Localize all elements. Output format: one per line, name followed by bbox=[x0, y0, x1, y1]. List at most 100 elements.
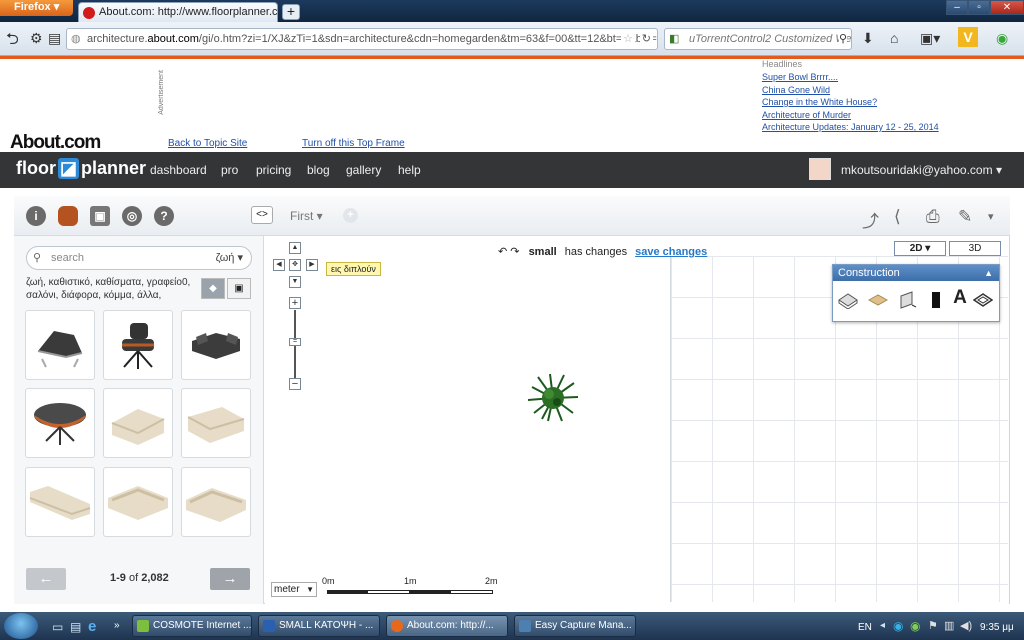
switch-windows-icon[interactable]: ▤ bbox=[70, 620, 81, 634]
floorplanner-logo[interactable]: floor ◪ planner bbox=[16, 158, 146, 179]
quick-launch-more-icon[interactable]: » bbox=[114, 620, 120, 631]
info-icon[interactable]: i bbox=[26, 206, 46, 226]
category-list[interactable]: ζωή, καθιστικό, καθίσματα, γραφείο0, σαλ… bbox=[26, 276, 201, 302]
tray-app-icon[interactable]: ◉ bbox=[893, 619, 903, 633]
library-item-corner-sofa[interactable] bbox=[103, 467, 173, 537]
pan-down-button[interactable]: ▼ bbox=[289, 276, 301, 288]
zoom-slider-handle[interactable]: = bbox=[289, 338, 301, 346]
avatar[interactable] bbox=[809, 158, 831, 180]
library-item-eames-lounge-chair[interactable] bbox=[103, 310, 173, 380]
close-window-button[interactable]: ✕ bbox=[990, 0, 1024, 15]
room-tool-icon[interactable] bbox=[838, 291, 858, 309]
construction-header[interactable]: Construction ▲ bbox=[833, 265, 999, 281]
library-item-lounge-chair[interactable] bbox=[25, 310, 95, 380]
pan-up-button[interactable]: ▲ bbox=[289, 242, 301, 254]
library-item-daybed[interactable] bbox=[181, 310, 251, 380]
nav-dashboard[interactable]: dashboard bbox=[150, 163, 207, 177]
pan-right-button[interactable]: ▶ bbox=[306, 259, 318, 271]
surface-tool-icon[interactable] bbox=[868, 291, 888, 309]
zoom-in-button[interactable]: + bbox=[289, 297, 301, 309]
start-button[interactable] bbox=[4, 613, 38, 639]
new-tab-button[interactable]: + bbox=[282, 4, 300, 20]
tray-utorrent-icon[interactable]: ◉ bbox=[910, 619, 920, 633]
task-word[interactable]: SMALL ΚΑΤΟΨΗ - ... bbox=[258, 615, 380, 637]
globe-icon[interactable]: ◎ bbox=[122, 206, 142, 226]
potted-plant[interactable] bbox=[526, 373, 580, 423]
pan-left-button[interactable]: ◀ bbox=[273, 259, 285, 271]
library-item-loveseat[interactable] bbox=[181, 388, 251, 458]
export-icon[interactable]: ⤴ bbox=[862, 207, 879, 232]
category-select[interactable]: ζωή ▾ bbox=[216, 247, 243, 269]
headline-link[interactable]: China Gone Wild bbox=[762, 84, 1012, 97]
reload-icon[interactable]: ↻ bbox=[639, 29, 653, 49]
back-arrow-icon[interactable]: ⮌ bbox=[6, 28, 19, 55]
redo-icon[interactable]: ↷ bbox=[510, 246, 519, 258]
browser-tab[interactable]: About.com: http://www.floorplanner.co... bbox=[78, 2, 278, 22]
floor-name[interactable]: First ▾ bbox=[290, 209, 323, 223]
star-icon[interactable]: ☆ bbox=[621, 29, 635, 49]
turn-off-frame-link[interactable]: Turn off this Top Frame bbox=[302, 138, 405, 149]
library-item-armchair[interactable] bbox=[103, 388, 173, 458]
floor-switch-button[interactable]: <> bbox=[251, 206, 273, 224]
share-icon[interactable]: ⟨ bbox=[894, 207, 901, 227]
minimize-button[interactable]: – bbox=[946, 0, 968, 15]
view-3d-toggle[interactable]: ◆ bbox=[201, 278, 225, 299]
unit-select[interactable]: meter ▼ bbox=[271, 582, 317, 597]
headline-link[interactable]: Architecture Updates: January 12 - 25, 2… bbox=[762, 121, 1012, 134]
show-desktop-icon[interactable]: ▭ bbox=[52, 620, 63, 634]
prev-page-button[interactable]: ← bbox=[26, 568, 66, 590]
tools-icon[interactable]: ⚙ bbox=[30, 30, 43, 47]
internet-explorer-icon[interactable]: e bbox=[88, 618, 96, 635]
nav-pro[interactable]: pro bbox=[221, 163, 238, 177]
headline-link[interactable]: Architecture of Murder bbox=[762, 109, 1012, 122]
library-item-sectional-sofa[interactable] bbox=[181, 467, 251, 537]
home-icon[interactable]: ⌂ bbox=[890, 30, 898, 46]
task-easy-capture[interactable]: Easy Capture Mana... bbox=[514, 615, 636, 637]
about-logo[interactable]: About.com bbox=[10, 132, 101, 154]
tv-icon[interactable]: V bbox=[958, 27, 978, 47]
web-search-input[interactable]: ◧ uTorrentControl2 Customized Web ⚲ bbox=[664, 28, 852, 50]
page-icon[interactable]: ▤ bbox=[48, 30, 61, 47]
tray-flag-icon[interactable]: ⚑ bbox=[928, 619, 938, 632]
volume-icon[interactable]: ◀) bbox=[960, 619, 972, 632]
print-icon[interactable]: ⎙ bbox=[926, 207, 940, 227]
add-floor-button[interactable]: + bbox=[343, 208, 358, 223]
back-to-topic-link[interactable]: Back to Topic Site bbox=[168, 138, 247, 149]
view-3d-button[interactable]: 3D bbox=[949, 241, 1001, 256]
library-item-ottoman[interactable] bbox=[25, 388, 95, 458]
library-item-long-sofa[interactable] bbox=[25, 467, 95, 537]
nav-pricing[interactable]: pricing bbox=[256, 163, 291, 177]
task-cosmote[interactable]: COSMOTE Internet ... bbox=[132, 615, 252, 637]
furniture-icon[interactable] bbox=[58, 206, 78, 226]
nav-blog[interactable]: blog bbox=[307, 163, 330, 177]
search-icon[interactable]: ⚲ bbox=[838, 29, 847, 49]
firefox-menu-button[interactable]: Firefox ▾ bbox=[0, 0, 73, 16]
chevron-down-icon[interactable]: ▾ bbox=[988, 210, 994, 223]
task-firefox[interactable]: About.com: http://... bbox=[386, 615, 508, 637]
pan-center-button[interactable]: ✥ bbox=[289, 259, 301, 271]
maximize-button[interactable]: ▫ bbox=[968, 0, 990, 15]
photo-icon[interactable]: ▣ bbox=[90, 206, 110, 226]
settings-icon[interactable]: ✎ bbox=[958, 207, 972, 227]
view-2d-toggle[interactable]: ▣ bbox=[227, 278, 251, 299]
zoom-out-button[interactable]: − bbox=[289, 378, 301, 390]
text-tool-icon[interactable]: A bbox=[950, 287, 970, 308]
library-search-input[interactable]: ⚲ search ζωή ▾ bbox=[26, 246, 252, 270]
user-menu[interactable]: mkoutsouridaki@yahoo.com ▾ bbox=[841, 163, 1002, 177]
url-input[interactable]: ◍ architecture.about.com/gi/o.htm?zi=1/X… bbox=[66, 28, 658, 50]
language-indicator[interactable]: EN bbox=[858, 622, 872, 633]
wall-tool-icon[interactable] bbox=[898, 291, 918, 309]
next-page-button[interactable]: → bbox=[210, 568, 250, 590]
network-icon[interactable]: ▥ bbox=[944, 619, 954, 632]
undo-icon[interactable]: ↶ bbox=[498, 246, 507, 258]
headline-link[interactable]: Change in the White House? bbox=[762, 96, 1012, 109]
save-changes-link[interactable]: save changes bbox=[635, 246, 707, 258]
clock[interactable]: 9:35 μμ bbox=[980, 622, 1014, 633]
headline-link[interactable]: Super Bowl Brrrr.... bbox=[762, 71, 1012, 84]
help-icon[interactable]: ? bbox=[154, 206, 174, 226]
download-icon[interactable]: ⬇ bbox=[862, 30, 874, 47]
nav-help[interactable]: help bbox=[398, 163, 421, 177]
nav-gallery[interactable]: gallery bbox=[346, 163, 381, 177]
area-tool-icon[interactable] bbox=[973, 291, 993, 309]
view-2d-button[interactable]: 2D ▾ bbox=[894, 241, 946, 256]
